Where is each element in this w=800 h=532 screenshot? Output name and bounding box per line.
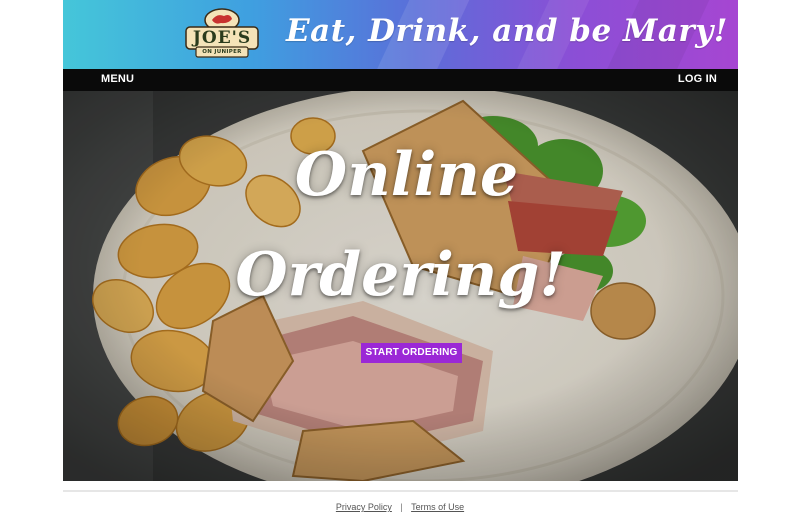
- start-ordering-button[interactable]: START ORDERING: [361, 343, 462, 363]
- footer-separator: |: [400, 502, 403, 512]
- terms-of-use-link[interactable]: Terms of Use: [411, 502, 464, 512]
- footer: Privacy Policy | Terms of Use: [0, 502, 800, 512]
- footer-divider: [63, 490, 738, 492]
- logo-wordmark: JOE'S: [192, 28, 252, 48]
- hero-section: Online Ordering! START ORDERING: [63, 91, 738, 481]
- header-banner: JOE'S ON JUNIPER Eat, Drink, and be Mary…: [63, 0, 738, 69]
- privacy-policy-link[interactable]: Privacy Policy: [336, 502, 392, 512]
- menu-link[interactable]: MENU: [101, 73, 134, 85]
- login-link[interactable]: LOG IN: [678, 73, 717, 85]
- logo-subtitle: ON JUNIPER: [202, 49, 242, 55]
- site-tagline: Eat, Drink, and be Mary!: [286, 13, 728, 49]
- top-navigation-bar: MENU LOG IN: [63, 69, 738, 91]
- site-logo[interactable]: JOE'S ON JUNIPER: [184, 8, 260, 58]
- hero-title-line-2: Ordering!: [235, 240, 566, 310]
- hero-title-line-1: Online: [294, 140, 519, 210]
